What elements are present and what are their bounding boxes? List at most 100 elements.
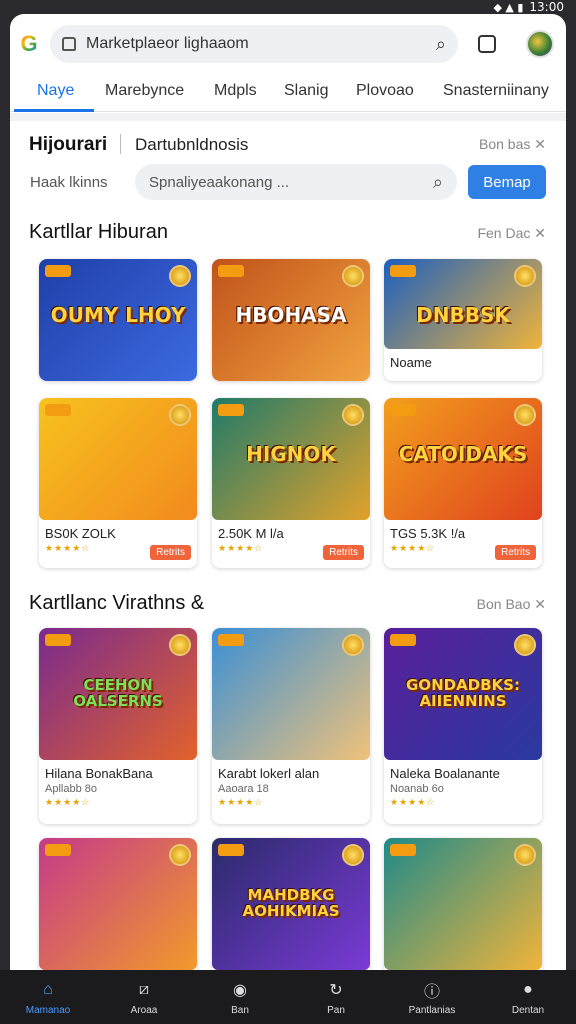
game-thumbnail[interactable]: MAHDBKG AOHIKMIAS xyxy=(212,838,370,970)
home-icon[interactable] xyxy=(62,37,76,51)
search-button[interactable]: Bemap xyxy=(468,165,546,199)
disc-icon[interactable]: ◉ xyxy=(229,979,251,1001)
coin-icon xyxy=(514,844,536,866)
filter-label[interactable]: Haak lkinns xyxy=(30,174,108,191)
edit-icon[interactable]: ⧄ xyxy=(133,979,155,1001)
search-field[interactable]: ⌕ xyxy=(135,164,457,200)
game-thumbnail[interactable]: OUMY LHOY xyxy=(39,259,197,381)
refresh-icon[interactable]: ↻ xyxy=(325,979,347,1001)
bottom-nav-label: Aroaa xyxy=(130,1004,158,1016)
game-title: Hilana BonakBana xyxy=(45,766,153,781)
tab-naye[interactable]: Naye xyxy=(37,82,74,100)
section-divider xyxy=(10,113,566,121)
game-title: Karabt lokerl alan xyxy=(218,766,320,781)
url-text[interactable]: Marketplaeor lighaaom xyxy=(86,35,436,53)
status-icons: ◆ ▲ ▮ 13:00 xyxy=(493,0,564,14)
game-title: Noame xyxy=(390,355,432,370)
label-tag-icon xyxy=(45,265,71,277)
label-tag-icon xyxy=(45,634,71,646)
game-thumbnail[interactable]: GONDADBKS: AIIENNINS xyxy=(384,628,542,760)
bottom-nav-item[interactable]: ⌂ Mamanao xyxy=(0,970,96,1024)
game-thumbnail[interactable]: HBOHASA xyxy=(212,259,370,381)
section-title: Kartllar Hiburan xyxy=(29,221,168,243)
game-thumbnail[interactable] xyxy=(39,838,197,970)
label-tag-icon xyxy=(218,634,244,646)
google-logo-icon[interactable]: G xyxy=(16,31,42,57)
game-card[interactable]: MAHDBKG AOHIKMIAS xyxy=(212,838,370,970)
game-title: TGS 5.3K !/a xyxy=(390,526,466,541)
tab-snasterniinany[interactable]: Snasterniinany xyxy=(443,82,549,100)
coin-icon xyxy=(169,265,191,287)
bottom-nav-item[interactable]: ● Dentan xyxy=(480,970,576,1024)
label-tag-icon xyxy=(45,844,71,856)
game-logo-text: GONDADBKS: AIIENNINS xyxy=(406,676,520,710)
search-input[interactable] xyxy=(149,173,433,191)
search-icon[interactable]: ⌕ xyxy=(436,34,446,55)
card-action-button[interactable]: Retrits xyxy=(495,545,536,560)
user-icon[interactable]: ● xyxy=(517,979,539,1001)
coin-icon xyxy=(342,634,364,656)
game-card[interactable]: CEEHON OALSERNS Hilana BonakBana Apllabb 8… xyxy=(39,628,197,824)
label-tag-icon xyxy=(45,404,71,416)
tab-marebynce[interactable]: Marebynce xyxy=(105,82,184,100)
active-tab-indicator xyxy=(14,109,94,112)
game-card[interactable]: OUMY LHOY xyxy=(39,259,197,381)
game-card[interactable]: HBOHASA xyxy=(212,259,370,381)
rating-stars: ★★★★☆ xyxy=(218,797,264,807)
label-tag-icon xyxy=(390,844,416,856)
tab-slanig[interactable]: Slanig xyxy=(284,82,328,100)
card-action-button[interactable]: Retrits xyxy=(323,545,364,560)
game-logo-text: HBOHASA xyxy=(235,303,347,327)
game-thumbnail[interactable] xyxy=(39,398,197,520)
coin-icon xyxy=(514,265,536,287)
bottom-nav-label: Pan xyxy=(327,1004,345,1016)
section-close-link[interactable]: Fen Dac ✕ xyxy=(477,225,546,242)
game-thumbnail[interactable]: CEEHON OALSERNS xyxy=(39,628,197,760)
game-thumbnail[interactable] xyxy=(384,838,542,970)
game-thumbnail[interactable] xyxy=(212,628,370,760)
bottom-nav-item[interactable]: ↻ Pan xyxy=(288,970,384,1024)
status-time: 13:00 xyxy=(529,0,564,14)
info-icon[interactable]: ⓘ xyxy=(421,979,443,1001)
game-card[interactable]: CATOIDAKS TGS 5.3K !/a ★★★★☆ Retrits xyxy=(384,398,542,568)
game-logo-text: MAHDBKG AOHIKMIAS xyxy=(242,886,340,920)
profile-avatar-icon[interactable] xyxy=(526,30,554,58)
game-card[interactable]: DNBBSK Noame xyxy=(384,259,542,381)
game-thumbnail[interactable]: HIGNOK xyxy=(212,398,370,520)
game-title: 2.50K M l/a xyxy=(218,526,284,541)
url-bar[interactable]: Marketplaeor lighaaom ⌕ xyxy=(50,25,458,63)
game-card[interactable] xyxy=(39,838,197,970)
browser-window: G Marketplaeor lighaaom ⌕ Naye Marebynce… xyxy=(10,14,566,970)
game-meta: Noanab 6o xyxy=(390,783,444,795)
tab-plovoao[interactable]: Plovoao xyxy=(356,82,414,100)
label-tag-icon xyxy=(390,634,416,646)
game-card[interactable] xyxy=(384,838,542,970)
coin-icon xyxy=(169,404,191,426)
game-thumbnail[interactable]: DNBBSK xyxy=(384,259,542,349)
header-close-link[interactable]: Bon bas ✕ xyxy=(479,136,546,153)
bottom-nav-item[interactable]: ◉ Ban xyxy=(192,970,288,1024)
omnibar: G Marketplaeor lighaaom ⌕ xyxy=(16,24,560,64)
tab-mdpls[interactable]: Mdpls xyxy=(214,82,257,100)
nav-tabs: Naye Marebynce Mdpls Slanig Plovoao Snas… xyxy=(10,74,566,112)
section-close-link[interactable]: Bon Bao ✕ xyxy=(477,596,546,613)
game-card[interactable]: Karabt lokerl alan Aaoara 18 ★★★★☆ xyxy=(212,628,370,824)
coin-icon xyxy=(342,265,364,287)
game-card[interactable]: GONDADBKS: AIIENNINS Naleka Boalanante Noa… xyxy=(384,628,542,824)
home-icon[interactable]: ⌂ xyxy=(37,979,59,1001)
bottom-nav-item[interactable]: ⓘ Pantlanias xyxy=(384,970,480,1024)
bottom-navigation: ⌂ Mamanao ⧄ Aroaa ◉ Ban ↻ Pan ⓘ Pantlanias ● Dentan xyxy=(0,970,576,1024)
rating-stars: ★★★★☆ xyxy=(390,797,436,807)
game-card[interactable]: BS0K ZOLK ★★★★☆ Retrits xyxy=(39,398,197,568)
bottom-nav-label: Ban xyxy=(231,1004,249,1016)
card-action-button[interactable]: Retrits xyxy=(150,545,191,560)
section-title: Kartllanc Virathns & xyxy=(29,592,205,614)
game-card[interactable]: HIGNOK 2.50K M l/a ★★★★☆ Retrits xyxy=(212,398,370,568)
search-icon[interactable]: ⌕ xyxy=(433,172,443,193)
label-tag-icon xyxy=(390,265,416,277)
bottom-nav-item[interactable]: ⧄ Aroaa xyxy=(96,970,192,1024)
game-thumbnail[interactable]: CATOIDAKS xyxy=(384,398,542,520)
coin-icon xyxy=(514,404,536,426)
tabs-icon[interactable] xyxy=(478,35,496,53)
signal-icon: ◆ ▲ ▮ xyxy=(493,0,524,14)
